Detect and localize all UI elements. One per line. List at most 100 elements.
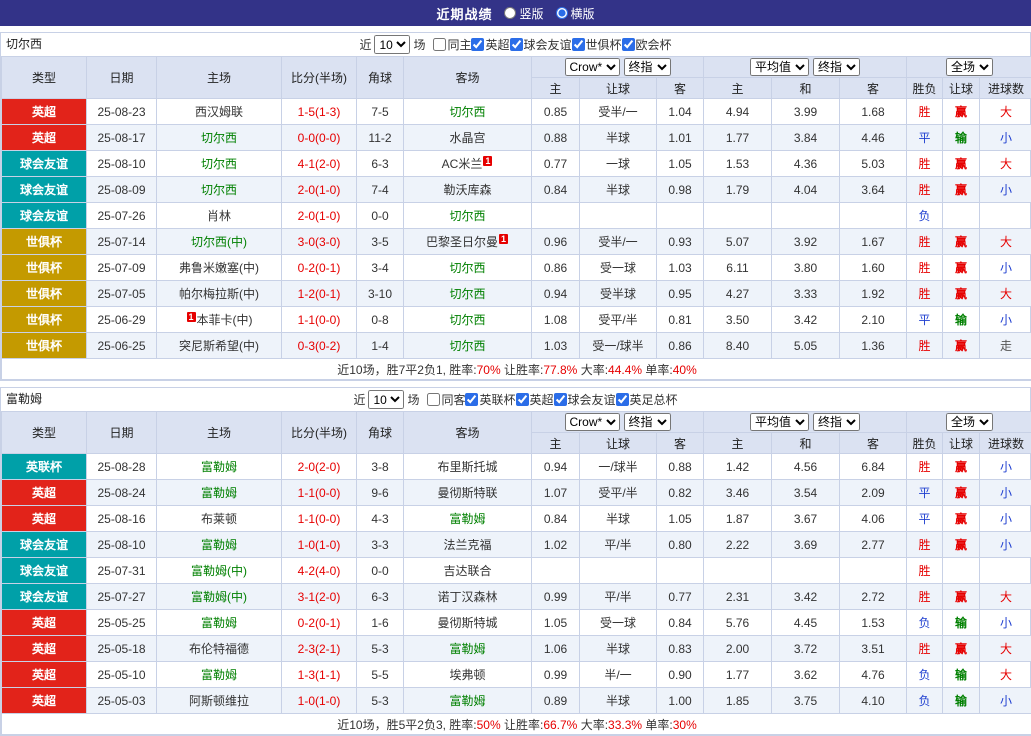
corner-cell: 7-4 xyxy=(357,177,404,203)
team-name: 曼彻斯特城 xyxy=(437,616,497,630)
league-filter-checkbox[interactable]: 球会友谊 xyxy=(510,36,572,53)
same-venue-checkbox[interactable]: 同主 xyxy=(433,36,471,53)
match-row: 世俱杯 25-07-05 帕尔梅拉斯(中) 1-2(0-1) 3-10 切尔西 … xyxy=(2,281,1031,307)
league-badge: 世俱杯 xyxy=(2,229,87,255)
handicap-odds-home xyxy=(532,558,580,584)
handicap-odds-away: 1.05 xyxy=(657,506,704,532)
matches-table: 类型日期主场比分(半场)角球客场 Crow*终指 平均值终指 全场 主让球客主和… xyxy=(1,411,1031,735)
away-team-cell: 切尔西 xyxy=(404,255,532,281)
odds-company-select[interactable]: Crow* xyxy=(565,413,620,431)
league-filter-input[interactable] xyxy=(554,393,567,406)
avg-odds-draw-header: 和 xyxy=(772,78,840,99)
result-scope-select[interactable]: 全场 xyxy=(946,413,993,431)
result-scope-select[interactable]: 全场 xyxy=(946,58,993,76)
summary-segment: 近10场，胜7平2负1, 胜率: xyxy=(337,363,476,377)
avg-odds-home xyxy=(704,558,772,584)
league-badge: 英超 xyxy=(2,125,87,151)
match-date: 25-08-28 xyxy=(87,454,157,480)
handicap-line: 半球 xyxy=(580,177,657,203)
team-name: 切尔西 xyxy=(449,287,485,301)
score-cell: 2-0(1-0) xyxy=(282,177,357,203)
avg-type-select[interactable]: 平均值 xyxy=(750,58,809,76)
team-name: 布里斯托城 xyxy=(437,460,497,474)
result-handicap: 输 xyxy=(943,610,980,636)
home-team-cell: 富勒姆 xyxy=(157,480,282,506)
league-filter-checkbox[interactable]: 英超 xyxy=(471,36,509,53)
odds-company-select[interactable]: Crow* xyxy=(565,58,620,76)
result-scope-group-header: 全场 xyxy=(907,57,1031,78)
red-card-mark: 1 xyxy=(483,156,492,166)
result-outcome: 平 xyxy=(907,506,943,532)
league-filter-checkbox[interactable]: 英联杯 xyxy=(465,391,515,408)
handicap-odds-away: 1.03 xyxy=(657,255,704,281)
same-venue-input[interactable] xyxy=(433,38,446,51)
league-filter-input[interactable] xyxy=(471,38,484,51)
match-date: 25-08-24 xyxy=(87,480,157,506)
layout-option-horizontal[interactable]: 横版 xyxy=(556,5,595,22)
match-row: 球会友谊 25-08-09 切尔西 2-0(1-0) 7-4 勒沃库森 0.84… xyxy=(2,177,1031,203)
league-badge: 英超 xyxy=(2,506,87,532)
layout-radio[interactable] xyxy=(504,7,516,19)
team-name: 切尔西 xyxy=(449,261,485,275)
handicap-time-select[interactable]: 终指 xyxy=(624,413,671,431)
league-badge: 世俱杯 xyxy=(2,307,87,333)
avg-odds-draw: 3.99 xyxy=(772,99,840,125)
avg-odds-home: 2.22 xyxy=(704,532,772,558)
home-team-cell: 切尔西 xyxy=(157,177,282,203)
handicap-line: 半球 xyxy=(580,688,657,714)
layout-option-vertical[interactable]: 竖版 xyxy=(504,5,543,22)
league-filter-checkbox[interactable]: 世俱杯 xyxy=(572,36,622,53)
result-handicap: 赢 xyxy=(943,584,980,610)
team-name: 曼彻斯特联 xyxy=(437,486,497,500)
avg-odds-away: 2.09 xyxy=(840,480,907,506)
handicap-time-select[interactable]: 终指 xyxy=(624,58,671,76)
avg-time-select[interactable]: 终指 xyxy=(813,58,860,76)
team-name: 切尔西 xyxy=(449,209,485,223)
match-row: 世俱杯 25-07-09 弗鲁米嫩塞(中) 0-2(0-1) 3-4 切尔西 0… xyxy=(2,255,1031,281)
team-name: 富勒姆(中) xyxy=(191,590,247,604)
league-filter-checkbox[interactable]: 英足总杯 xyxy=(616,391,678,408)
avg-odds-away: 1.53 xyxy=(840,610,907,636)
result-goals: 小 xyxy=(980,307,1031,333)
same-venue-checkbox[interactable]: 同客 xyxy=(427,391,465,408)
handicap-line: 受一/球半 xyxy=(580,333,657,359)
avg-odds-home: 3.46 xyxy=(704,480,772,506)
match-count-select[interactable]: 10 xyxy=(368,390,404,409)
team-name: 切尔西 xyxy=(201,183,237,197)
avg-odds-home: 4.27 xyxy=(704,281,772,307)
corner-cell: 0-8 xyxy=(357,307,404,333)
result-goals-header: 进球数 xyxy=(980,433,1031,454)
league-filter-checkbox[interactable]: 球会友谊 xyxy=(554,391,616,408)
league-badge: 球会友谊 xyxy=(2,558,87,584)
handicap-odds-home: 0.85 xyxy=(532,99,580,125)
same-venue-input[interactable] xyxy=(427,393,440,406)
league-filter-input[interactable] xyxy=(516,393,529,406)
corner-cell: 7-5 xyxy=(357,99,404,125)
red-card-mark: 1 xyxy=(187,312,196,322)
league-filter-input[interactable] xyxy=(465,393,478,406)
corner-cell: 3-8 xyxy=(357,454,404,480)
league-filter-input[interactable] xyxy=(572,38,585,51)
corner-cell: 5-5 xyxy=(357,662,404,688)
avg-type-select[interactable]: 平均值 xyxy=(750,413,809,431)
result-goals xyxy=(980,558,1031,584)
layout-radio[interactable] xyxy=(556,7,568,19)
filters-bar: 近 10 场 同客 英联杯英超球会友谊英足总杯 xyxy=(353,390,677,409)
score-cell: 1-5(1-3) xyxy=(282,99,357,125)
league-filter-input[interactable] xyxy=(510,38,523,51)
avg-time-select[interactable]: 终指 xyxy=(813,413,860,431)
league-filter-checkbox[interactable]: 欧会杯 xyxy=(622,36,672,53)
match-count-select[interactable]: 10 xyxy=(374,35,410,54)
home-team-cell: 帕尔梅拉斯(中) xyxy=(157,281,282,307)
avg-odds-draw xyxy=(772,558,840,584)
league-filter-input[interactable] xyxy=(622,38,635,51)
home-team-cell: 突尼斯希望(中) xyxy=(157,333,282,359)
league-filter-input[interactable] xyxy=(616,393,629,406)
handicap-odds-away: 0.84 xyxy=(657,610,704,636)
team-name: 切尔西 xyxy=(449,339,485,353)
league-filter-checkbox[interactable]: 英超 xyxy=(516,391,554,408)
home-team-cell: 富勒姆 xyxy=(157,454,282,480)
result-outcome: 胜 xyxy=(907,333,943,359)
filters-bar: 近 10 场 同主 英超球会友谊世俱杯欧会杯 xyxy=(359,35,671,54)
avg-odds-draw: 4.36 xyxy=(772,151,840,177)
